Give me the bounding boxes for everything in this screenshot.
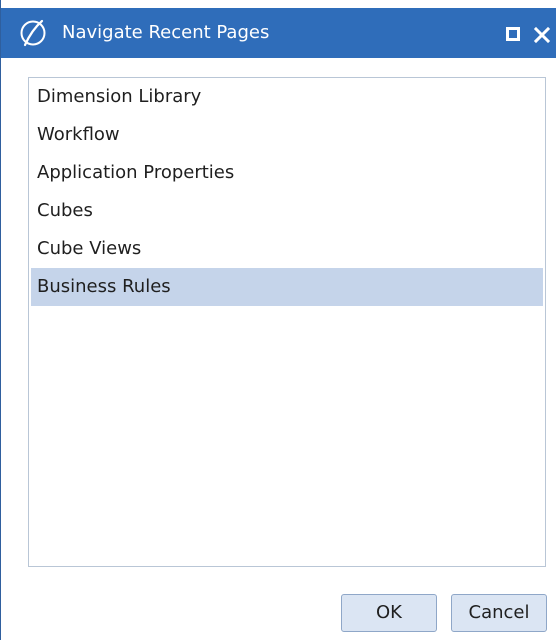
maximize-icon xyxy=(506,27,520,41)
list-item-business-rules[interactable]: Business Rules xyxy=(31,268,543,306)
app-logo-icon xyxy=(20,19,46,47)
dialog-titlebar[interactable]: Navigate Recent Pages xyxy=(1,8,556,58)
list-item-cube-views[interactable]: Cube Views xyxy=(31,230,543,268)
navigate-recent-pages-dialog: Navigate Recent Pages Dimension Library … xyxy=(0,0,556,640)
list-item-dimension-library[interactable]: Dimension Library xyxy=(31,78,543,116)
maximize-button[interactable] xyxy=(503,24,523,44)
ok-button[interactable]: OK xyxy=(341,594,437,632)
cancel-button[interactable]: Cancel xyxy=(451,594,547,632)
dialog-title: Navigate Recent Pages xyxy=(62,22,270,43)
list-item-cubes[interactable]: Cubes xyxy=(31,192,543,230)
close-icon[interactable] xyxy=(531,24,553,46)
list-item-workflow[interactable]: Workflow xyxy=(31,116,543,154)
list-item-application-properties[interactable]: Application Properties xyxy=(31,154,543,192)
recent-pages-list[interactable]: Dimension Library Workflow Application P… xyxy=(28,77,546,567)
